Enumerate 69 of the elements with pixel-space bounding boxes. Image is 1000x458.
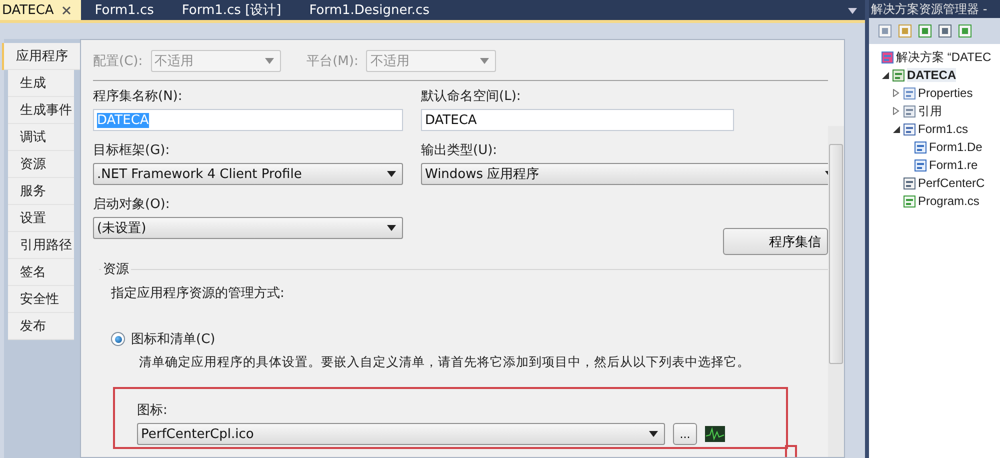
tree-item[interactable]: PerfCenterC — [918, 176, 985, 190]
browse-button[interactable]: ... — [673, 423, 697, 445]
editor-tab[interactable]: Form1.cs [设计] — [168, 0, 296, 20]
file-icon — [903, 176, 916, 190]
dropdown[interactable]: Windows 应用程序 — [421, 163, 828, 185]
field-label: 默认命名空间(L): — [421, 88, 522, 105]
file-icon — [903, 194, 916, 208]
toolbar-icon[interactable] — [937, 23, 953, 39]
page-tab[interactable]: 生成事件 — [8, 97, 74, 124]
file-icon — [881, 50, 894, 64]
page-tab[interactable]: 设置 — [8, 205, 74, 232]
tree-item[interactable]: Properties — [918, 86, 973, 100]
caret-icon — [387, 171, 396, 177]
page-tab[interactable]: 引用路径 — [8, 232, 74, 259]
radio-button[interactable] — [111, 332, 125, 346]
file-icon — [914, 140, 927, 154]
editor-tab[interactable]: Form1.cs — [80, 0, 168, 20]
editor-tab[interactable]: DATECA — [0, 0, 81, 20]
field-label: 输出类型(U): — [421, 142, 498, 159]
page-tab[interactable]: 安全性 — [8, 286, 74, 313]
monitor-icon — [705, 426, 725, 442]
field-label: 启动对象(O): — [93, 196, 171, 213]
assembly-info-button[interactable]: 程序集信 — [723, 228, 828, 255]
dropdown[interactable]: PerfCenterCpl.ico — [137, 423, 665, 445]
page-tab[interactable]: 服务 — [8, 178, 74, 205]
expander-icon[interactable] — [881, 71, 889, 79]
caret-icon — [649, 431, 658, 437]
page-tab[interactable]: 发布 — [8, 313, 74, 340]
file-icon — [903, 86, 916, 100]
input-field[interactable]: DATECA — [421, 109, 734, 131]
field-label: 程序集名称(N): — [93, 88, 184, 105]
field-label: 目标框架(G): — [93, 142, 171, 159]
scrollbar[interactable] — [828, 126, 844, 457]
tree-item[interactable]: 解决方案 “DATEC — [896, 48, 992, 66]
toolbar-icon[interactable] — [917, 23, 933, 39]
page-tab[interactable]: 应用程序 — [4, 43, 80, 70]
radio-label[interactable]: 图标和清单(C) — [131, 330, 216, 348]
page-tab[interactable]: 签名 — [8, 259, 74, 286]
tree-item[interactable]: Form1.De — [929, 140, 982, 154]
description-text: 清单确定应用程序的具体设置。要嵌入自定义清单，请首先将它添加到项目中，然后从以下列表中选择它。 — [139, 354, 751, 371]
dropdown[interactable]: (未设置) — [93, 217, 403, 239]
description-text: 指定应用程序资源的管理方式: — [111, 286, 284, 301]
tree-item[interactable]: Form1.re — [929, 158, 978, 172]
page-tab[interactable]: 调试 — [8, 124, 74, 151]
tree-item[interactable]: Program.cs — [918, 194, 980, 208]
caret-icon — [480, 58, 490, 64]
close-icon[interactable] — [62, 6, 71, 14]
expander-icon[interactable] — [892, 125, 900, 133]
file-icon — [914, 158, 927, 172]
tree-item[interactable]: 引用 — [918, 102, 942, 120]
caret-icon — [264, 58, 274, 64]
dropdown[interactable]: .NET Framework 4 Client Profile — [93, 163, 403, 185]
field-label: 配置(C): — [93, 53, 143, 70]
toolbar-icon[interactable] — [957, 23, 973, 39]
caret-icon[interactable] — [848, 8, 857, 14]
field-label: 图标: — [137, 402, 168, 419]
tree-item[interactable]: DATECA — [907, 68, 956, 82]
page-tab[interactable]: 生成 — [8, 70, 74, 97]
panel-title: 解决方案资源管理器 - — [869, 0, 1000, 18]
toolbar-icon[interactable] — [877, 23, 893, 39]
file-icon — [903, 104, 916, 118]
file-icon — [892, 68, 905, 82]
editor-tab[interactable]: Form1.Designer.cs — [295, 0, 444, 20]
group-title: 资源 — [101, 260, 131, 278]
file-icon — [903, 122, 916, 136]
caret-icon — [387, 225, 396, 231]
tree-item[interactable]: Form1.cs — [918, 122, 968, 136]
field-label: 平台(M): — [306, 53, 358, 70]
page-tab[interactable]: 资源 — [8, 151, 74, 178]
